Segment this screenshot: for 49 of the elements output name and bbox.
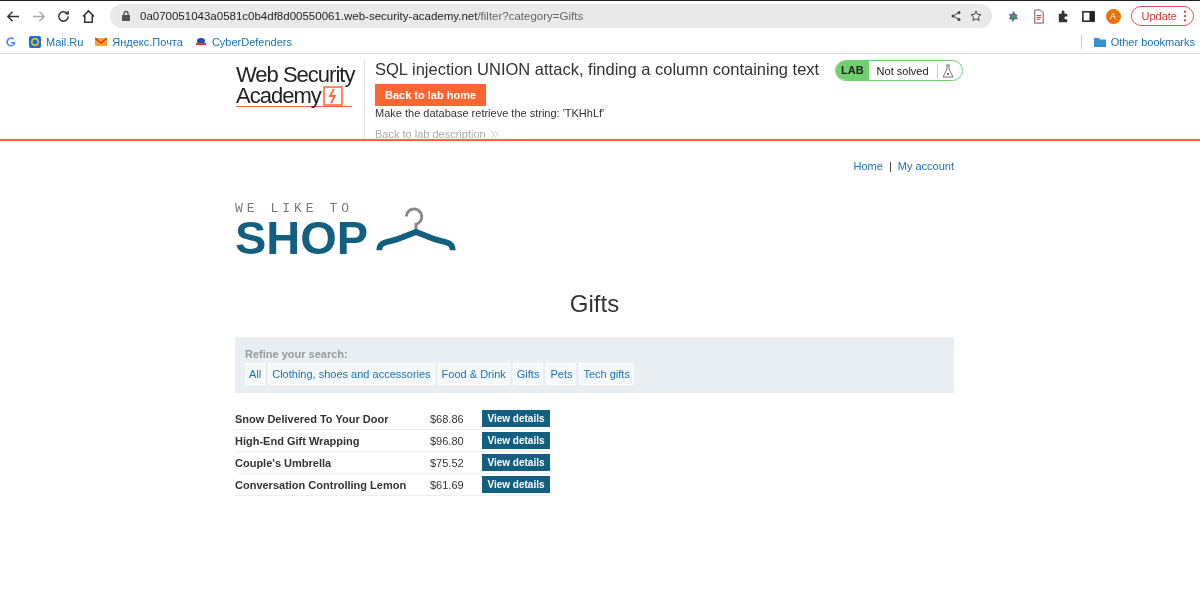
home-link[interactable]: Home — [853, 160, 883, 172]
category-filter[interactable]: Food & Drink — [437, 363, 510, 385]
address-bar[interactable]: 0a070051043a0581c0b4df8d00550061.web-security-academy.net/filter?category=Gifts — [110, 4, 992, 28]
bookmark-folder[interactable]: Other bookmarks — [1093, 36, 1195, 48]
lab-description: Make the database retrieve the string: 'TKHhLf' — [375, 107, 605, 119]
bookmark-link[interactable]: Яндекс.Почта — [95, 36, 183, 48]
envelope-icon — [95, 36, 108, 48]
view-details-button[interactable]: View details — [482, 454, 550, 471]
category-filter[interactable]: Clothing, shoes and accessories — [268, 363, 435, 385]
view-details-button[interactable]: View details — [482, 432, 550, 449]
view-details-button[interactable]: View details — [482, 476, 550, 493]
product-price: $96.80 — [430, 434, 465, 447]
at-sign-icon — [29, 36, 41, 48]
product-price: $75.52 — [430, 456, 465, 469]
reload-icon[interactable] — [56, 8, 71, 24]
url-text: 0a070051043a0581c0b4df8d00550061.web-security-academy.net/filter?category=Gifts — [140, 10, 584, 22]
nav-separator: | — [888, 160, 892, 172]
product-price: $61.69 — [430, 478, 465, 491]
google-icon[interactable] — [5, 36, 17, 48]
product-price: $68.86 — [430, 412, 465, 425]
home-icon[interactable] — [81, 8, 96, 24]
bookmark-link[interactable]: CyberDefenders — [194, 36, 292, 48]
star-icon[interactable] — [969, 10, 982, 22]
hat-icon — [194, 36, 207, 48]
category-filter[interactable]: Gifts — [512, 363, 544, 385]
account-link[interactable]: My account — [897, 160, 954, 172]
product-name: Couple's Umbrella — [235, 456, 333, 469]
shop-logo[interactable]: WE LIKE TO SHOP — [235, 201, 457, 260]
side-panel-icon[interactable] — [1080, 8, 1096, 24]
page-heading: Gifts — [568, 290, 621, 318]
bookmark-link[interactable]: Mail.Ru — [29, 36, 84, 48]
product-name: Conversation Controlling Lemon — [235, 478, 408, 491]
chevron-icon — [489, 129, 499, 139]
lab-title: SQL injection UNION attack, finding a column containing text — [375, 60, 820, 79]
back-to-lab-button[interactable]: Back to lab home — [375, 84, 487, 106]
product-name: Snow Delivered To Your Door — [235, 412, 390, 425]
academy-logo[interactable]: Web Security Academy — [236, 60, 365, 139]
filter-label: Refine your search: — [245, 348, 349, 360]
folder-icon — [1093, 36, 1106, 48]
more-icon[interactable] — [1183, 10, 1187, 22]
lock-icon — [120, 10, 132, 22]
view-details-button[interactable]: View details — [482, 410, 550, 427]
profile-avatar[interactable]: A — [1105, 8, 1121, 24]
share-icon[interactable] — [949, 10, 962, 22]
update-button[interactable]: Update — [1130, 6, 1194, 26]
category-filter[interactable]: All — [245, 363, 266, 385]
category-filter[interactable]: Tech gifts — [579, 363, 634, 385]
category-filter[interactable]: Pets — [546, 363, 577, 385]
product-name: High-End Gift Wrapping — [235, 434, 361, 447]
